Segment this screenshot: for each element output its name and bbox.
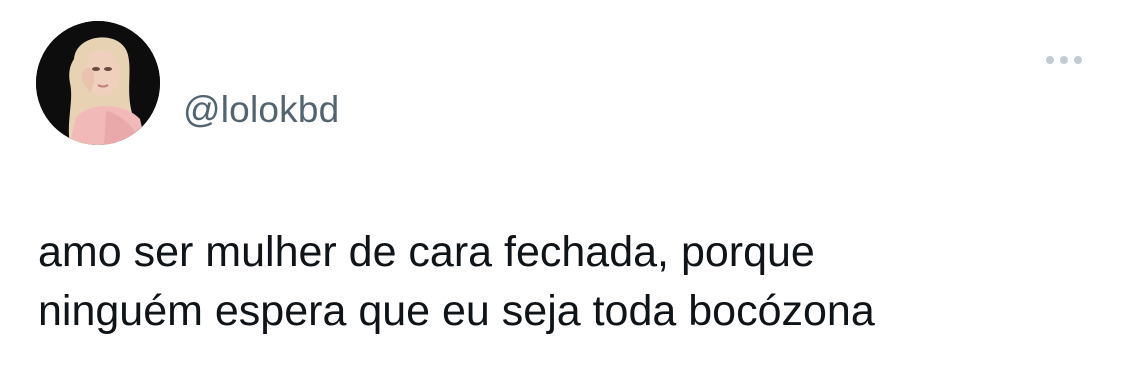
avatar-image bbox=[36, 21, 160, 145]
dot-icon bbox=[1046, 56, 1054, 64]
more-options-icon[interactable] bbox=[1036, 48, 1092, 72]
tweet-card: @lolokbd amo ser mulher de cara fechada,… bbox=[0, 0, 1124, 374]
avatar[interactable] bbox=[36, 21, 160, 145]
dot-icon bbox=[1060, 56, 1068, 64]
tweet-text: amo ser mulher de cara fechada, porque n… bbox=[38, 228, 875, 335]
user-handle[interactable]: @lolokbd bbox=[183, 88, 339, 132]
dot-icon bbox=[1074, 56, 1082, 64]
